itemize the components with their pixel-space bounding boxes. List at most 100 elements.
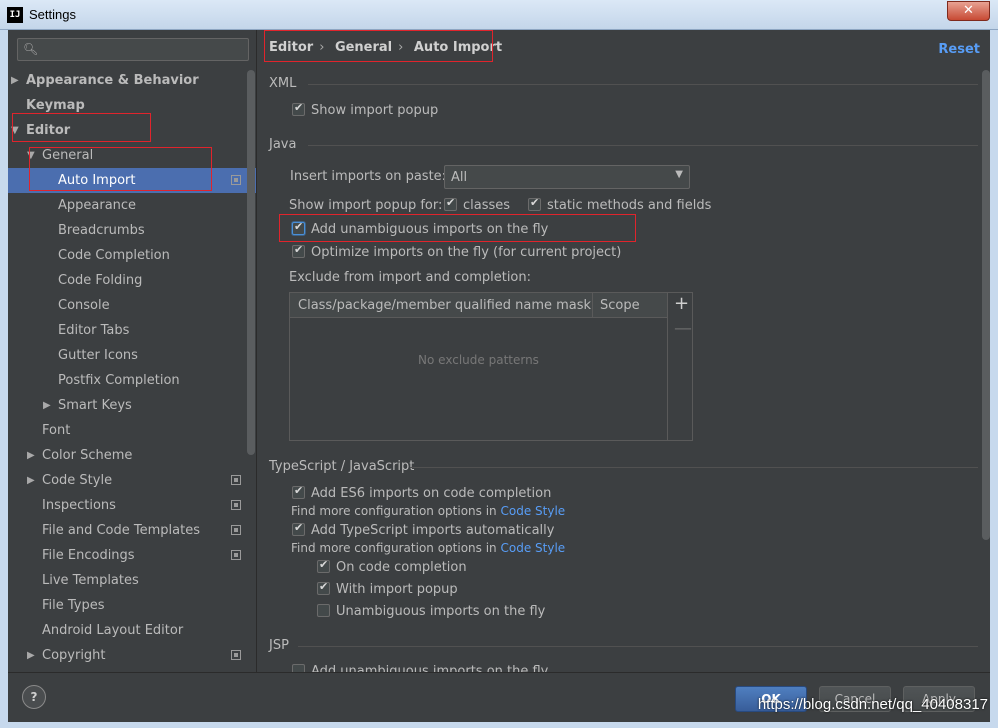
section-xml-title: XML bbox=[269, 76, 297, 91]
section-typescript-title: TypeScript / JavaScript bbox=[269, 459, 415, 474]
popup-classes-option[interactable]: classes bbox=[444, 196, 510, 213]
annotation-box-breadcrumb bbox=[264, 30, 493, 62]
optimize-imports-checkbox[interactable] bbox=[292, 243, 305, 258]
tree-item-copyright[interactable]: ▶ Copyright bbox=[8, 643, 256, 668]
tree-item-code-completion[interactable]: Code Completion bbox=[8, 243, 256, 268]
ts-unambiguous-checkbox[interactable] bbox=[317, 604, 330, 617]
popup-static-methods-checkbox[interactable] bbox=[528, 196, 541, 211]
exclude-table: Class/package/member qualified name mask… bbox=[289, 292, 693, 441]
column-header-scope[interactable]: Scope bbox=[600, 298, 640, 313]
jsp-unambiguous-checkbox[interactable] bbox=[292, 664, 305, 672]
section-java-title: Java bbox=[269, 137, 297, 152]
tree-item-label: Font bbox=[42, 423, 71, 438]
ts-imports-auto-option[interactable]: Add TypeScript imports automatically bbox=[292, 521, 555, 538]
window-frame-right bbox=[990, 30, 998, 728]
tree-item-appearance-behavior[interactable]: ▶ Appearance & Behavior bbox=[8, 68, 256, 93]
xml-show-import-popup-option[interactable]: Show import popup bbox=[292, 101, 438, 118]
tree-item-editor-tabs[interactable]: Editor Tabs bbox=[8, 318, 256, 343]
tree-item-android-layout-editor[interactable]: Android Layout Editor bbox=[8, 618, 256, 643]
settings-content-panel: Editor› General› Auto Import Reset XML S… bbox=[258, 30, 990, 672]
popup-static-methods-option[interactable]: static methods and fields bbox=[528, 196, 712, 213]
tree-item-label: Code Completion bbox=[58, 248, 170, 263]
tree-item-label: Code Folding bbox=[58, 273, 143, 288]
tree-item-label: File Encodings bbox=[42, 548, 135, 563]
title-bar: IJ Settings ✕ bbox=[0, 0, 998, 30]
tree-scrollbar[interactable] bbox=[247, 70, 255, 455]
tree-item-label: Copyright bbox=[42, 648, 106, 663]
more-config-text: Find more configuration options in bbox=[291, 541, 497, 555]
tree-item-label: Editor Tabs bbox=[58, 323, 130, 338]
collapse-right-icon[interactable]: ▶ bbox=[11, 68, 19, 93]
tree-item-label: Inspections bbox=[42, 498, 116, 513]
tree-item-label: File and Code Templates bbox=[42, 523, 200, 538]
column-header-name-mask[interactable]: Class/package/member qualified name mask bbox=[298, 298, 591, 313]
insert-imports-label: Insert imports on paste: bbox=[290, 169, 447, 184]
tree-item-breadcrumbs[interactable]: Breadcrumbs bbox=[8, 218, 256, 243]
chevron-down-icon: ▼ bbox=[675, 169, 683, 180]
annotation-box-general-auto-import bbox=[29, 147, 212, 191]
tree-item-label: Appearance & Behavior bbox=[26, 73, 199, 88]
es6-imports-checkbox[interactable] bbox=[292, 484, 305, 499]
reset-link[interactable]: Reset bbox=[938, 42, 980, 57]
on-code-completion-option[interactable]: On code completion bbox=[317, 558, 467, 575]
window-title: Settings bbox=[29, 7, 76, 22]
popup-classes-checkbox[interactable] bbox=[444, 196, 457, 211]
tree-item-file-types[interactable]: File Types bbox=[8, 593, 256, 618]
remove-icon: — bbox=[674, 318, 692, 339]
column-divider bbox=[592, 293, 593, 318]
on-code-completion-checkbox[interactable] bbox=[317, 558, 330, 573]
collapse-right-icon[interactable]: ▶ bbox=[27, 643, 35, 668]
popup-static-methods-label: static methods and fields bbox=[547, 198, 712, 213]
tree-item-font[interactable]: Font bbox=[8, 418, 256, 443]
tree-item-appearance[interactable]: Appearance bbox=[8, 193, 256, 218]
section-divider bbox=[298, 646, 978, 647]
tree-item-console[interactable]: Console bbox=[8, 293, 256, 318]
tree-item-file-and-code-templates[interactable]: File and Code Templates bbox=[8, 518, 256, 543]
jsp-unambiguous-option[interactable]: Add unambiguous imports on the fly bbox=[292, 664, 548, 672]
help-button[interactable]: ? bbox=[22, 685, 46, 709]
section-divider bbox=[308, 84, 978, 85]
content-scrollbar[interactable] bbox=[982, 70, 990, 540]
tree-item-label: File Types bbox=[42, 598, 105, 613]
optimize-imports-option[interactable]: Optimize imports on the fly (for current… bbox=[292, 243, 622, 260]
tree-item-code-folding[interactable]: Code Folding bbox=[8, 268, 256, 293]
tree-item-smart-keys[interactable]: ▶ Smart Keys bbox=[8, 393, 256, 418]
more-config-hint-1: Find more configuration options in Code … bbox=[291, 504, 565, 518]
code-style-link[interactable]: Code Style bbox=[501, 504, 566, 518]
optimize-imports-label: Optimize imports on the fly (for current… bbox=[311, 245, 622, 260]
exclude-label: Exclude from import and completion: bbox=[289, 270, 531, 285]
es6-imports-option[interactable]: Add ES6 imports on code completion bbox=[292, 484, 552, 501]
watermark-text: https://blog.csdn.net/qq_40408317 bbox=[757, 696, 988, 713]
search-icon: 🔍︎ bbox=[23, 42, 39, 56]
tree-item-live-templates[interactable]: Live Templates bbox=[8, 568, 256, 593]
xml-show-import-popup-checkbox[interactable] bbox=[292, 101, 305, 116]
tree-item-inspections[interactable]: Inspections bbox=[8, 493, 256, 518]
with-import-popup-label: With import popup bbox=[336, 582, 458, 597]
insert-imports-select[interactable]: All ▼ bbox=[444, 165, 690, 189]
code-style-link[interactable]: Code Style bbox=[501, 541, 566, 555]
settings-search-input[interactable]: 🔍︎ bbox=[17, 38, 249, 61]
tree-item-code-style[interactable]: ▶ Code Style bbox=[8, 468, 256, 493]
with-import-popup-checkbox[interactable] bbox=[317, 580, 330, 595]
tree-item-label: Postfix Completion bbox=[58, 373, 180, 388]
tree-item-file-encodings[interactable]: File Encodings bbox=[8, 543, 256, 568]
tree-item-label: Live Templates bbox=[42, 573, 139, 588]
ts-imports-auto-checkbox[interactable] bbox=[292, 521, 305, 536]
collapse-right-icon[interactable]: ▶ bbox=[27, 468, 35, 493]
es6-imports-label: Add ES6 imports on code completion bbox=[311, 486, 552, 501]
ts-unambiguous-option[interactable]: Unambiguous imports on the fly bbox=[317, 604, 545, 619]
ts-imports-auto-label: Add TypeScript imports automatically bbox=[311, 523, 555, 538]
close-window-button[interactable]: ✕ bbox=[947, 1, 990, 21]
more-config-text: Find more configuration options in bbox=[291, 504, 497, 518]
ts-unambiguous-label: Unambiguous imports on the fly bbox=[336, 604, 546, 619]
tree-item-gutter-icons[interactable]: Gutter Icons bbox=[8, 343, 256, 368]
add-icon[interactable]: + bbox=[674, 293, 689, 314]
collapse-right-icon[interactable]: ▶ bbox=[27, 443, 35, 468]
tree-item-label: Gutter Icons bbox=[58, 348, 138, 363]
tree-item-postfix-completion[interactable]: Postfix Completion bbox=[8, 368, 256, 393]
project-scope-icon bbox=[231, 650, 241, 660]
collapse-right-icon[interactable]: ▶ bbox=[43, 393, 51, 418]
with-import-popup-option[interactable]: With import popup bbox=[317, 580, 458, 597]
tree-item-color-scheme[interactable]: ▶ Color Scheme bbox=[8, 443, 256, 468]
tree-item-label: Color Scheme bbox=[42, 448, 133, 463]
